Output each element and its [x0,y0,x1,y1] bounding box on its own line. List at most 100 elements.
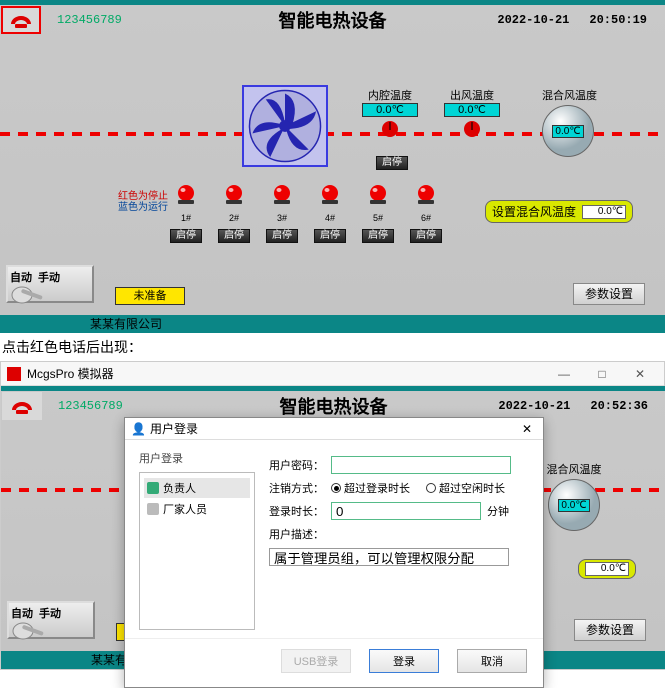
lamp-2-btn[interactable]: 启停 [218,229,250,243]
dialog-body: 用户登录 负责人 厂家人员 [125,440,543,638]
set-mixed-input[interactable]: 0.0℃ [585,562,629,576]
logout-mode-row: 注销方式： 超过登录时长 超过空闲时长 [269,480,529,496]
fan-icon [248,89,322,163]
app-title: 智能电热设备 [279,7,387,33]
fan-display [242,85,328,167]
role-item-factory[interactable]: 厂家人员 [144,499,250,519]
dialog-right: 用户密码： 注销方式： 超过登录时长 [269,450,529,630]
lamp-row: 1# 启停 2# 启停 3# 启停 4# 启停 [170,184,442,243]
outlet-temp-knob[interactable] [463,120,481,138]
fan-startstop: 启停 [376,154,408,170]
mode-switch[interactable]: 自动 手动 [6,265,94,303]
simulator-window: McgsPro 模拟器 — □ ✕ 123456789 智能电热设备 2022-… [0,361,665,670]
login-time-label: 登录时长： [269,503,325,519]
lamp-5-btn[interactable]: 启停 [362,229,394,243]
dialog-close-button[interactable]: ✕ [517,422,537,436]
set-mixed-label: 设置混合风温度 [492,203,576,220]
lamp-2: 2# 启停 [218,184,250,243]
header: 123456789 智能电热设备 2022-10-21 20:50:19 [0,5,665,35]
mixed-temp-circle: 0.0℃ [542,105,594,157]
lamp-6: 6# 启停 [410,184,442,243]
logout-label: 注销方式： [269,480,325,496]
desc-input[interactable] [269,548,509,566]
inner-temp-label: 内腔温度 [362,87,418,103]
lamp-icon [415,184,437,206]
dialog-title-text: 用户登录 [150,420,198,437]
company-name: 某某有限公司 [90,317,162,331]
dialog-titlebar: 👤 用户登录 ✕ [125,418,543,440]
lamp-4-label: 4# [325,213,335,223]
lamp-6-label: 6# [421,213,431,223]
role-item-manager[interactable]: 负责人 [144,478,250,498]
lamp-3-btn[interactable]: 启停 [266,229,298,243]
lamp-1: 1# 启停 [170,184,202,243]
role-name: 负责人 [163,480,196,496]
main-area-2: 123456789 智能电热设备 2022-10-21 20:52:36 混合风… [1,391,665,651]
desc-label: 用户描述： [269,526,529,542]
mixed-temp-circle: 0.0℃ [548,479,600,531]
password-input[interactable] [331,456,511,474]
body-area: 内腔温度 0.0℃ 出风温度 0.0℃ 混合风温度 0.0℃ [0,35,665,265]
radio-icon [426,483,436,493]
set-mixed-input[interactable]: 0.0℃ [582,205,626,219]
window-title: McgsPro 模拟器 [27,365,114,382]
window-titlebar: McgsPro 模拟器 — □ ✕ [1,362,664,386]
role-icon [147,482,159,494]
role-icon [147,503,159,515]
outlet-temp: 出风温度 0.0℃ [444,87,500,138]
logout-radio-2[interactable]: 超过空闲时长 [426,480,505,496]
login-button[interactable]: 登录 [369,649,439,673]
inner-temp-knob[interactable] [381,120,399,138]
login-time-row: 登录时长： 分钟 [269,502,529,520]
outlet-temp-label: 出风温度 [444,87,500,103]
login-time-unit: 分钟 [487,503,509,519]
mode-auto[interactable]: 自动 [11,605,33,621]
app-title: 智能电热设备 [280,393,388,419]
role-name: 厂家人员 [163,501,207,517]
dialog-left: 用户登录 负责人 厂家人员 [139,450,255,630]
lamp-icon [223,184,245,206]
lamp-icon [175,184,197,206]
outlet-temp-value: 0.0℃ [444,103,500,117]
param-settings-button[interactable]: 参数设置 [573,283,645,305]
lamp-icon [319,184,341,206]
lamp-2-label: 2# [229,213,239,223]
phone-button[interactable] [1,6,41,34]
window-minimize-button[interactable]: — [546,364,582,384]
lamp-1-label: 1# [181,213,191,223]
phone-button[interactable] [2,392,42,420]
app-logo-icon [7,367,21,381]
lamp-6-btn[interactable]: 启停 [410,229,442,243]
param-settings-button[interactable]: 参数设置 [574,619,646,641]
usb-login-button[interactable]: USB登录 [281,649,351,673]
phone-number: 123456789 [57,13,122,27]
set-mixed-temp: 设置混合风温度 0.0℃ [485,200,633,223]
time-display: 20:52:36 [590,399,648,413]
window-maximize-button[interactable]: □ [584,364,620,384]
lamp-5: 5# 启停 [362,184,394,243]
login-time-input[interactable] [331,502,481,520]
logout-radio-1[interactable]: 超过登录时长 [331,480,410,496]
phone-icon [10,396,34,416]
mode-switch[interactable]: 自动 手动 [7,601,95,639]
set-mixed-temp: 0.0℃ [578,559,636,579]
inner-temp-value: 0.0℃ [362,103,418,117]
lamp-5-label: 5# [373,213,383,223]
lamp-3: 3# 启停 [266,184,298,243]
mode-auto[interactable]: 自动 [10,269,32,285]
lamp-1-btn[interactable]: 启停 [170,229,202,243]
panel-main-1: 123456789 智能电热设备 2022-10-21 20:50:19 [0,0,665,333]
fan-ss-button[interactable]: 启停 [376,156,408,170]
password-label: 用户密码： [269,457,325,473]
mixed-temp: 混合风温度 0.0℃ [534,461,614,531]
mode-manual[interactable]: 手动 [38,269,60,285]
logout-opt1-label: 超过登录时长 [344,480,410,496]
phone-icon [9,10,33,30]
lamp-4-btn[interactable]: 启停 [314,229,346,243]
main-area-1: 123456789 智能电热设备 2022-10-21 20:50:19 [0,5,665,315]
date-display: 2022-10-21 [497,13,569,27]
cancel-button[interactable]: 取消 [457,649,527,673]
window-close-button[interactable]: ✕ [622,364,658,384]
mode-manual[interactable]: 手动 [39,605,61,621]
bottom-row: 自动 手动 未准备 参数设置 [0,265,665,315]
